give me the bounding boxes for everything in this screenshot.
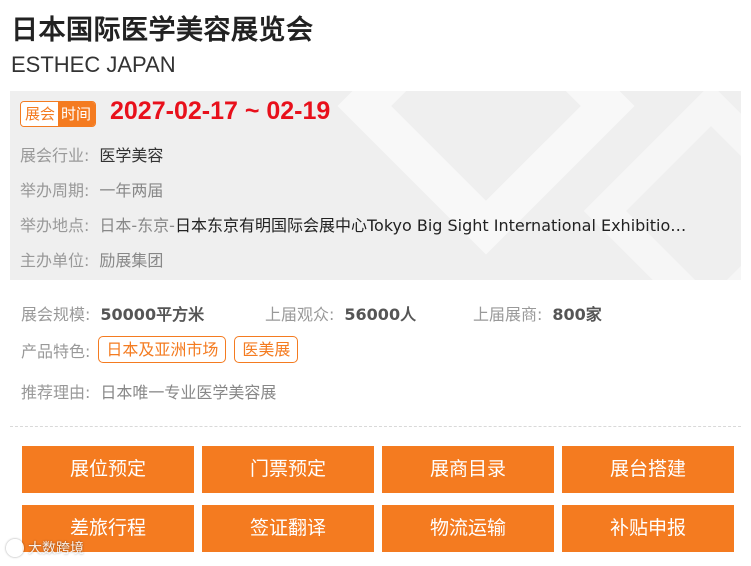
cycle-label: 举办周期:	[20, 181, 90, 200]
scale-value: 50000平方米	[100, 305, 205, 324]
organizer-row: 主办单位: 励展集团	[20, 247, 163, 271]
booth-construction-button[interactable]: 展台搭建	[562, 446, 734, 493]
features-row: 产品特色: 日本及亚洲市场 医美展	[21, 336, 299, 363]
cycle-row: 举办周期: 一年两届	[20, 177, 163, 201]
cycle-value: 一年两届	[99, 181, 164, 200]
ticket-booking-button[interactable]: 门票预定	[202, 446, 374, 493]
scale-stat: 展会规模: 50000平方米	[21, 301, 204, 325]
recommend-row: 推荐理由: 日本唯一专业医学美容展	[21, 379, 276, 403]
location-row: 举办地点: 日本-东京-日本东京有明国际会展中心Tokyo Big Sight I…	[20, 212, 686, 236]
exhibitors-stat: 上届展商: 800家	[473, 301, 602, 325]
exhibition-info-panel: 展会 时间 2027-02-17 ~ 02-19 展会行业: 医学美容 举办周期:…	[10, 91, 741, 280]
visa-translation-button[interactable]: 签证翻译	[202, 505, 374, 552]
location-region: 日本-东京-	[99, 216, 175, 235]
exhibition-date: 2027-02-17 ~ 02-19	[110, 97, 331, 125]
visitors-stat: 上届观众: 56000人	[265, 301, 416, 325]
watermark-logo-icon	[6, 539, 24, 557]
exhibition-title-cn: 日本国际医学美容展览会	[11, 15, 314, 46]
date-badge-part2: 时间	[58, 102, 96, 126]
location-label: 举办地点:	[20, 216, 90, 235]
date-badge: 展会 时间	[20, 101, 97, 127]
exhibitors-label: 上届展商:	[473, 305, 543, 324]
subsidy-application-button[interactable]: 补贴申报	[562, 505, 734, 552]
organizer-value: 励展集团	[99, 251, 164, 270]
visitors-label: 上届观众:	[265, 305, 335, 324]
industry-label: 展会行业:	[20, 146, 90, 165]
exhibition-title-en: ESTHEC JAPAN	[11, 52, 176, 77]
watermark: 大数跨境	[6, 538, 84, 558]
section-divider	[10, 426, 741, 427]
exhibitors-value: 800家	[552, 305, 602, 324]
date-badge-part1: 展会	[21, 102, 59, 126]
features-label: 产品特色:	[21, 341, 91, 361]
feature-tag[interactable]: 日本及亚洲市场	[98, 336, 227, 363]
exhibitor-directory-button[interactable]: 展商目录	[382, 446, 554, 493]
recommend-label: 推荐理由:	[21, 383, 91, 402]
booth-booking-button[interactable]: 展位预定	[22, 446, 194, 493]
industry-value: 医学美容	[99, 146, 164, 165]
industry-row: 展会行业: 医学美容	[20, 142, 163, 166]
feature-tag[interactable]: 医美展	[234, 336, 299, 363]
watermark-text: 大数跨境	[28, 541, 84, 557]
location-venue: 日本东京有明国际会展中心Tokyo Big Sight Internationa…	[174, 216, 687, 235]
recommend-value: 日本唯一专业医学美容展	[100, 383, 277, 402]
logistics-button[interactable]: 物流运输	[382, 505, 554, 552]
scale-label: 展会规模:	[21, 305, 91, 324]
visitors-value: 56000人	[344, 305, 417, 324]
organizer-label: 主办单位:	[20, 251, 90, 270]
